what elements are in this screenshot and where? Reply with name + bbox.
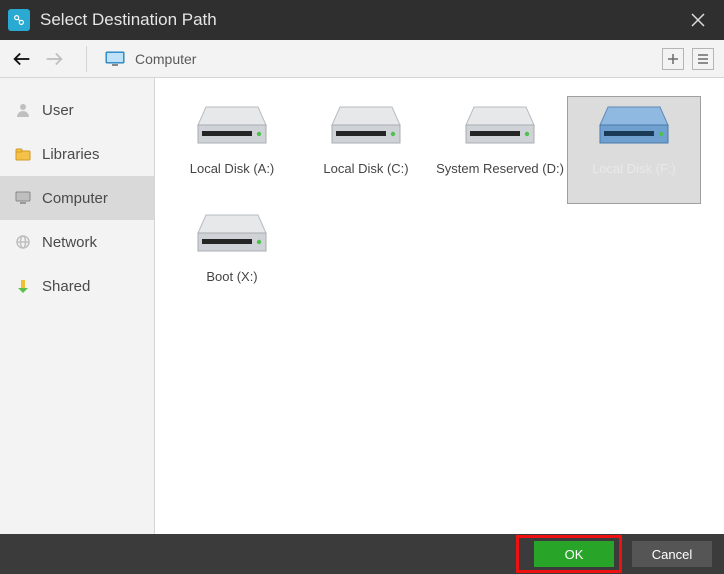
- drive-item[interactable]: Local Disk (A:): [165, 96, 299, 204]
- forward-button[interactable]: [42, 47, 66, 71]
- drive-icon: [196, 103, 268, 153]
- sidebar-item-libraries[interactable]: Libraries: [0, 132, 154, 176]
- drive-item[interactable]: Local Disk (C:): [299, 96, 433, 204]
- app-icon: [8, 9, 30, 31]
- main-pane[interactable]: Local Disk (A:) Local Disk (C:) System R…: [155, 78, 724, 534]
- network-icon: [14, 234, 32, 250]
- window-title: Select Destination Path: [40, 10, 680, 30]
- libraries-icon: [14, 146, 32, 162]
- sidebar-item-label: Libraries: [42, 146, 100, 163]
- back-button[interactable]: [10, 47, 34, 71]
- computer-icon: [14, 190, 32, 206]
- drive-item[interactable]: System Reserved (D:): [433, 96, 567, 204]
- sidebar-item-computer[interactable]: Computer: [0, 176, 154, 220]
- drive-icon: [464, 103, 536, 153]
- drive-label: Local Disk (F:): [592, 161, 676, 176]
- new-folder-button[interactable]: [662, 48, 684, 70]
- divider: [86, 46, 87, 72]
- drive-label: Local Disk (A:): [190, 161, 275, 176]
- sidebar-item-label: Network: [42, 234, 97, 251]
- body: User Libraries Computer Network Shared: [0, 78, 724, 534]
- ok-highlight: OK: [516, 535, 622, 573]
- monitor-icon: [105, 51, 125, 67]
- drive-item[interactable]: Local Disk (F:): [567, 96, 701, 204]
- cancel-button[interactable]: Cancel: [632, 541, 712, 567]
- drive-label: Boot (X:): [206, 269, 257, 284]
- sidebar-item-label: Shared: [42, 278, 90, 295]
- close-button[interactable]: [680, 0, 716, 40]
- drive-label: System Reserved (D:): [436, 161, 564, 176]
- drive-item[interactable]: Boot (X:): [165, 204, 299, 312]
- toolbar: Computer: [0, 40, 724, 78]
- sidebar-item-user[interactable]: User: [0, 88, 154, 132]
- shared-icon: [14, 278, 32, 294]
- ok-button[interactable]: OK: [534, 541, 614, 567]
- footer: OK Cancel: [0, 534, 724, 574]
- sidebar: User Libraries Computer Network Shared: [0, 78, 155, 534]
- sidebar-item-label: User: [42, 102, 74, 119]
- view-list-button[interactable]: [692, 48, 714, 70]
- titlebar: Select Destination Path: [0, 0, 724, 40]
- sidebar-item-network[interactable]: Network: [0, 220, 154, 264]
- sidebar-item-shared[interactable]: Shared: [0, 264, 154, 308]
- user-icon: [14, 102, 32, 118]
- path-label[interactable]: Computer: [135, 51, 654, 67]
- sidebar-item-label: Computer: [42, 190, 108, 207]
- drive-icon: [598, 103, 670, 153]
- drive-icon: [196, 211, 268, 261]
- drive-icon: [330, 103, 402, 153]
- drive-label: Local Disk (C:): [323, 161, 408, 176]
